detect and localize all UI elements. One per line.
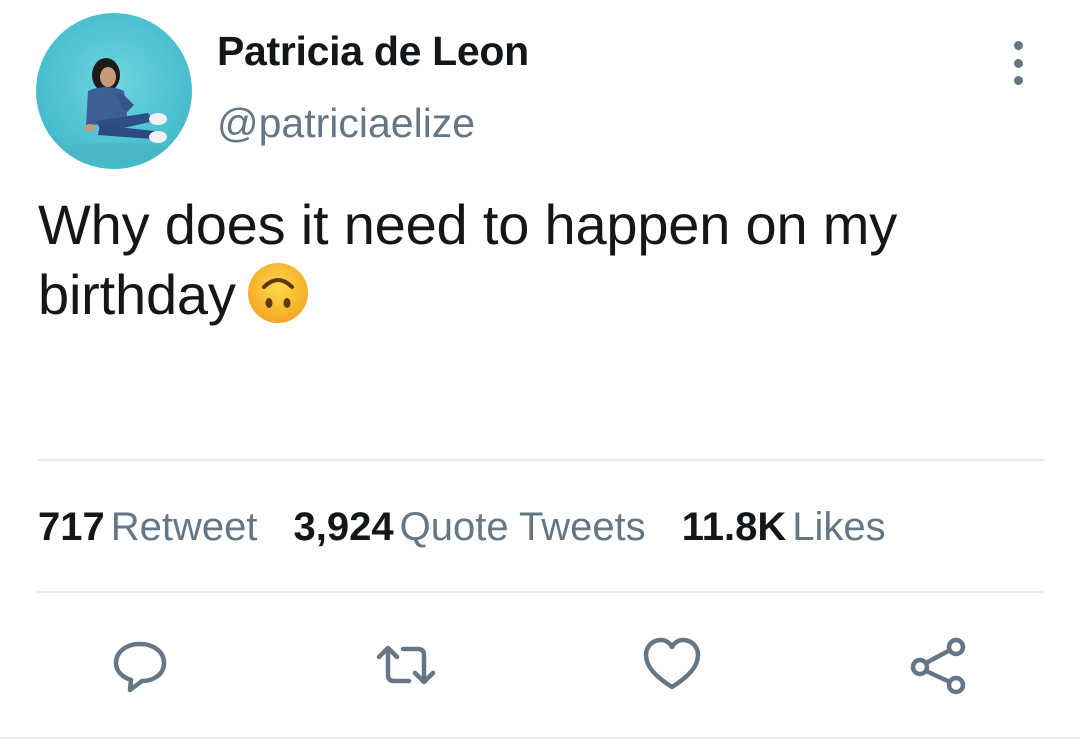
divider (0, 737, 1080, 739)
tweet-stats: 717 Retweet 3,924 Quote Tweets 11.8K Likes (38, 505, 922, 550)
more-dot (1013, 41, 1023, 50)
quote-tweets-label: Quote Tweets (399, 505, 646, 549)
upside-down-face-emoji (247, 263, 308, 323)
likes-label: Likes (792, 505, 886, 549)
reply-icon (113, 641, 167, 693)
more-dot (1013, 58, 1023, 68)
display-name[interactable]: Patricia de Leon (217, 28, 529, 75)
like-button[interactable] (637, 630, 707, 700)
heart-icon (643, 637, 701, 690)
more-dot (1013, 76, 1023, 85)
share-icon (910, 637, 966, 695)
user-handle[interactable]: @patriciaelize (217, 100, 475, 147)
retweets-count: 717 (38, 505, 105, 549)
tweet-text-body: Why does it need to happen on my birthda… (38, 193, 898, 326)
tweet-text: Why does it need to happen on my birthda… (38, 190, 1038, 330)
retweet-button[interactable] (371, 630, 441, 700)
retweets-label: Retweet (110, 505, 258, 549)
retweet-icon (376, 645, 436, 685)
share-button[interactable] (903, 630, 973, 700)
quote-tweets-stat[interactable]: 3,924 Quote Tweets (294, 505, 646, 550)
likes-stat[interactable]: 11.8K Likes (682, 505, 886, 550)
reply-button[interactable] (105, 630, 175, 700)
likes-count: 11.8K (681, 505, 787, 549)
retweets-stat[interactable]: 717 Retweet (38, 505, 258, 550)
quote-tweets-count: 3,924 (293, 505, 394, 549)
divider (37, 591, 1044, 593)
avatar[interactable] (36, 13, 192, 169)
more-options-icon[interactable] (1001, 41, 1035, 85)
divider (37, 459, 1044, 461)
